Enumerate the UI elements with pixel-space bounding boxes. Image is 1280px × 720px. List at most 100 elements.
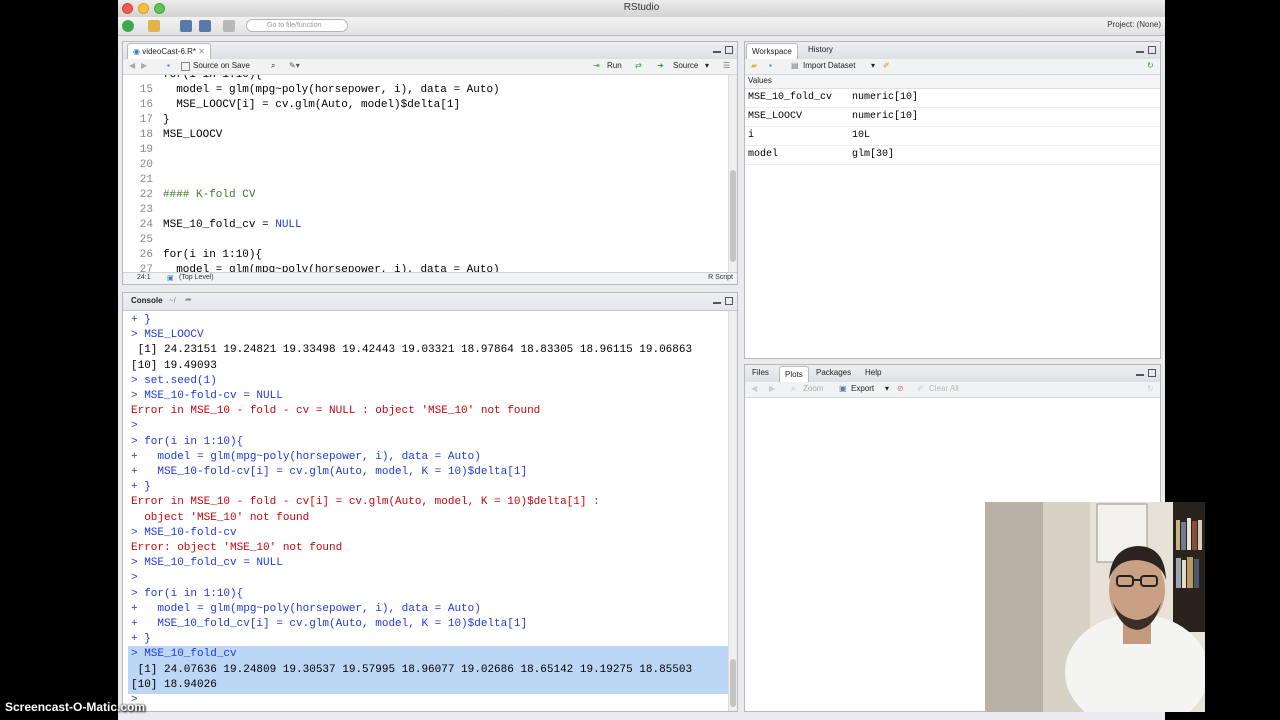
console-line: [1] 24.23151 19.24821 19.33498 19.42443 …	[131, 344, 693, 357]
scope-label[interactable]: (Top Level)	[179, 274, 214, 281]
minimize-files-icon[interactable]	[1136, 374, 1144, 376]
workspace-row[interactable]: MSE_10_fold_cv numeric[10]	[745, 88, 1160, 108]
back-icon[interactable]: ◀	[129, 61, 135, 70]
refresh-plot-icon[interactable]: ↻	[1147, 384, 1154, 393]
editor-scroll-thumb[interactable]	[730, 170, 736, 262]
editor-statusbar: 24:1 ▣ (Top Level) R Script	[123, 272, 737, 284]
goto-file-input[interactable]: Go to file/function	[246, 19, 348, 32]
tab-packages[interactable]: Packages	[811, 365, 856, 381]
maximize-files-icon[interactable]	[1148, 369, 1156, 377]
export-dropdown-icon[interactable]: ▾	[885, 384, 889, 393]
line-number: 24	[139, 219, 153, 231]
go-to-dir-icon[interactable]: ➦	[185, 295, 192, 304]
line-number: 23	[139, 204, 153, 216]
remove-plot-icon[interactable]: ⊘	[897, 384, 904, 393]
console-line: [10] 19.49093	[131, 359, 217, 372]
find-icon[interactable]: ⌕	[271, 61, 275, 71]
console-line: + MSE_10-fold-cv[i] = cv.glm(Auto, model…	[131, 466, 528, 478]
values-header: Values	[748, 76, 772, 85]
rerun-icon[interactable]: ⇄	[635, 61, 642, 70]
source-on-save-label: Source on Save	[193, 61, 250, 70]
workspace-var-name: MSE_10_fold_cv	[748, 92, 833, 103]
run-button[interactable]: Run	[607, 61, 622, 70]
console-output[interactable]: + } > MSE_LOOCV [1] 24.23151 19.24821 19.…	[123, 313, 729, 711]
import-dataset-icon[interactable]: ▤	[791, 61, 799, 70]
editor-text-area[interactable]: for(i in 1:10){ 15 model = glm(mpg~poly(h…	[123, 75, 729, 275]
minimize-workspace-icon[interactable]	[1136, 51, 1144, 53]
project-menu[interactable]: Project: (None)	[1107, 20, 1161, 29]
outline-icon[interactable]: ☰	[723, 61, 730, 70]
editor-line: 24 MSE_10_fold_cv = NULL	[123, 218, 729, 233]
file-type-label[interactable]: R Script	[708, 274, 733, 281]
console-line: + }	[131, 633, 151, 646]
console-line: >	[131, 420, 138, 433]
save-icon[interactable]	[180, 20, 192, 32]
source-on-save-checkbox[interactable]	[181, 62, 190, 71]
source-icon[interactable]: ➜	[657, 61, 664, 70]
source-button[interactable]: Source	[673, 61, 698, 70]
workspace-var-value: numeric[10]	[852, 111, 919, 122]
console-scrollbar[interactable]	[728, 311, 737, 711]
editor-line: 15 model = glm(mpg~poly(horsepower, i), …	[123, 83, 729, 98]
line-number: 25	[139, 234, 153, 246]
console-tab[interactable]: Console	[131, 296, 163, 305]
export-button[interactable]: Export	[851, 384, 874, 393]
title-bar: RStudio	[118, 0, 1165, 18]
minimize-pane-icon[interactable]	[713, 51, 721, 53]
console-line: + }	[131, 481, 151, 494]
load-workspace-icon[interactable]: ▰	[751, 61, 757, 70]
clear-workspace-icon[interactable]: ✐	[883, 61, 890, 70]
maximize-workspace-icon[interactable]	[1148, 46, 1156, 54]
console-line: Error: object 'MSE_10' not found	[131, 542, 343, 554]
import-dataset-button[interactable]: Import Dataset	[803, 61, 855, 70]
workspace-var-name: i	[748, 130, 755, 141]
console-line: > for(i in 1:10){	[131, 435, 244, 448]
tab-help[interactable]: Help	[860, 365, 886, 381]
close-tab-icon[interactable]: ✕	[196, 47, 205, 56]
workspace-var-name: MSE_LOOCV	[748, 111, 803, 122]
new-file-icon[interactable]	[122, 20, 134, 32]
workspace-row[interactable]: MSE_LOOCV numeric[10]	[745, 107, 1160, 127]
save-all-icon[interactable]	[199, 20, 211, 32]
workspace-tabbar: Workspace History	[745, 42, 1160, 60]
workspace-row[interactable]: model glm[30]	[745, 145, 1160, 165]
console-line: > for(i in 1:10){	[131, 587, 244, 600]
save-workspace-icon[interactable]: ▪	[769, 61, 772, 70]
export-icon[interactable]: ▣	[839, 384, 847, 393]
code-text: for(i in 1:10){	[163, 249, 263, 261]
minimize-console-icon[interactable]	[713, 302, 721, 304]
next-plot-icon[interactable]: ▶	[769, 384, 775, 393]
tab-history[interactable]: History	[803, 42, 838, 58]
zoom-icon[interactable]: ⌕	[791, 384, 795, 394]
prev-plot-icon[interactable]: ◀	[751, 384, 757, 393]
console-scroll-thumb[interactable]	[730, 659, 736, 707]
editor-line: 25	[123, 233, 729, 248]
code-text: MSE_LOOCV	[163, 129, 223, 141]
open-file-icon[interactable]	[148, 20, 160, 32]
source-dropdown-icon[interactable]: ▾	[705, 61, 709, 70]
print-icon[interactable]	[223, 20, 235, 32]
clear-all-icon[interactable]: ✐	[917, 384, 924, 393]
code-tools-icon[interactable]: ✎▾	[289, 61, 300, 70]
workspace-row[interactable]: i 10L	[745, 126, 1160, 146]
tab-files[interactable]: Files	[747, 365, 774, 381]
workspace-var-name: model	[748, 149, 779, 160]
refresh-icon[interactable]: ↻	[1147, 61, 1154, 70]
editor-scrollbar[interactable]	[728, 75, 737, 275]
code-text: #### K-fold CV	[163, 189, 256, 201]
forward-icon[interactable]: ▶	[141, 61, 147, 70]
maximize-console-icon[interactable]	[725, 297, 733, 305]
console-line: > MSE_10_fold_cv	[131, 648, 237, 661]
editor-line: 23	[123, 203, 729, 218]
tab-plots[interactable]: Plots	[779, 366, 809, 383]
import-dropdown-icon[interactable]: ▾	[871, 61, 875, 70]
save-file-icon[interactable]: ▪	[167, 61, 170, 70]
maximize-pane-icon[interactable]	[725, 46, 733, 54]
tab-workspace[interactable]: Workspace	[746, 43, 798, 60]
values-header-row: Values	[745, 75, 1160, 89]
tab-videocast-6[interactable]: ◉ videoCast-6.R* ✕	[127, 43, 211, 60]
run-icon[interactable]: ⇥	[593, 61, 600, 70]
console-line: object 'MSE_10' not found	[131, 511, 310, 524]
zoom-button[interactable]: Zoom	[803, 384, 823, 393]
clear-all-button[interactable]: Clear All	[929, 384, 959, 393]
